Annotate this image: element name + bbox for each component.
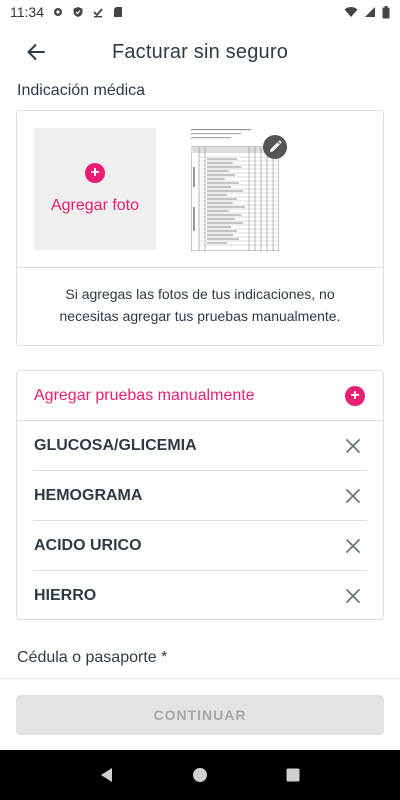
add-tests-manually-button[interactable]: Agregar pruebas manualmente + — [17, 371, 383, 421]
back-button[interactable] — [22, 40, 50, 64]
status-time: 11:34 — [10, 4, 44, 20]
system-nav-bar — [0, 750, 400, 800]
sd-card-icon — [114, 7, 122, 17]
test-name: HEMOGRAMA — [34, 486, 143, 504]
circle-home-icon — [192, 768, 207, 782]
test-row: GLUCOSA/GLICEMIA — [33, 421, 367, 471]
plus-icon: + — [85, 163, 105, 183]
status-bar: 11:34 — [0, 0, 400, 24]
divider — [17, 267, 383, 268]
triangle-back-icon — [100, 768, 112, 782]
close-icon — [346, 538, 360, 553]
indication-label: Indicación médica — [17, 82, 146, 99]
photo-info-text: Si agregas las fotos de tus indicaciones… — [59, 286, 341, 324]
add-tests-label: Agregar pruebas manualmente — [34, 386, 255, 404]
remove-test-button[interactable] — [341, 484, 365, 508]
square-recents-icon — [286, 768, 300, 782]
photo-card: + Agregar foto Si agregas las fotos de t… — [16, 110, 384, 346]
settings-icon — [54, 8, 62, 16]
shield-icon — [73, 7, 83, 17]
test-name: ACIDO URICO — [34, 536, 142, 554]
close-icon — [346, 589, 360, 603]
tests-card: Agregar pruebas manualmente + GLUCOSA/GL… — [16, 370, 384, 620]
wifi-icon — [344, 7, 358, 17]
remove-test-button[interactable] — [341, 584, 365, 608]
page-title: Facturar sin seguro — [111, 40, 289, 63]
test-row: HIERRO — [33, 571, 367, 621]
arrow-left-icon — [27, 44, 45, 60]
remove-test-button[interactable] — [341, 534, 365, 558]
form-content[interactable]: Indicación médica + Agregar foto Si agre… — [0, 80, 400, 678]
id-field-label: Cédula o pasaporte * — [17, 649, 168, 666]
add-photo-label: Agregar foto — [50, 197, 140, 214]
plus-icon: + — [345, 385, 365, 406]
bottom-action-bar: CONTINUAR — [0, 678, 400, 750]
close-icon — [346, 438, 360, 453]
nav-recents-button[interactable] — [278, 760, 308, 790]
app-bar: Facturar sin seguro — [0, 24, 400, 80]
pencil-icon — [270, 140, 282, 152]
battery-icon — [382, 5, 390, 18]
continue-button[interactable]: CONTINUAR — [16, 695, 384, 735]
close-icon — [346, 488, 360, 503]
test-row: HEMOGRAMA — [33, 471, 367, 521]
remove-test-button[interactable] — [341, 434, 365, 458]
test-name: HIERRO — [34, 587, 97, 604]
download-done-icon — [93, 8, 103, 18]
test-name: GLUCOSA/GLICEMIA — [34, 436, 197, 454]
nav-back-button[interactable] — [92, 760, 122, 790]
edit-photo-button[interactable] — [263, 135, 287, 159]
signal-icon — [365, 7, 375, 17]
nav-home-button[interactable] — [185, 760, 215, 790]
add-photo-button[interactable]: + Agregar foto — [34, 128, 156, 250]
test-row: ACIDO URICO — [33, 521, 367, 571]
